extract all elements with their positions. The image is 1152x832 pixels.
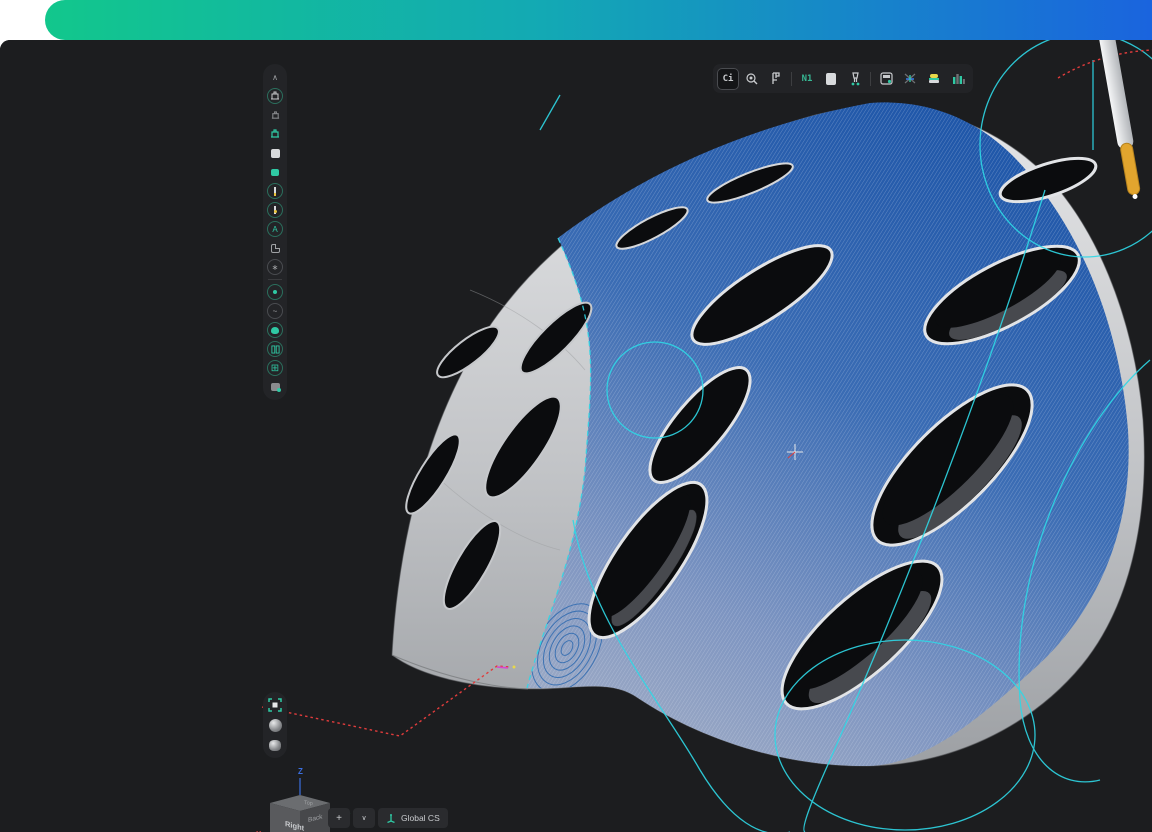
axis-z-label: Z <box>298 767 303 776</box>
viewport-mode-toolbar: Ci N1 <box>713 64 973 93</box>
sheets-display-icon[interactable] <box>267 341 283 357</box>
app-window: ≡ Helmet ∧ <box>0 40 1152 832</box>
points-display-icon[interactable] <box>267 284 283 300</box>
viewport-display-toolbar: ∧ A ∗ ~ ⊞ <box>263 64 287 400</box>
toolbar-separator <box>870 72 871 86</box>
global-cs-button[interactable]: Global CS <box>378 808 448 828</box>
tool-visibility-icon[interactable] <box>267 183 283 199</box>
machine-panel-icon[interactable] <box>875 68 897 90</box>
stock-layers-icon[interactable] <box>923 68 945 90</box>
curves-display-icon[interactable]: ~ <box>267 303 283 319</box>
part-visibility-icon[interactable] <box>267 164 283 180</box>
collapse-toolbar-icon[interactable]: ∧ <box>267 69 283 85</box>
collision-check-icon[interactable]: Ci <box>717 68 739 90</box>
machine-active-icon[interactable] <box>267 126 283 142</box>
surfaces-display-icon[interactable] <box>267 322 283 338</box>
add-cs-button[interactable]: + <box>328 808 350 828</box>
tool-holder-visibility-icon[interactable] <box>267 202 283 218</box>
probe-inspection-icon[interactable] <box>741 68 763 90</box>
nc-code-icon[interactable]: N1 <box>796 68 818 90</box>
machine-small-icon[interactable] <box>267 107 283 123</box>
orbit-view-icon[interactable] <box>267 717 283 733</box>
viewport-3d-scene[interactable] <box>0 40 1152 832</box>
statistics-icon[interactable] <box>947 68 969 90</box>
hero-gradient-bar <box>45 0 1152 40</box>
cs-dropdown-button[interactable]: ∨ <box>353 808 375 828</box>
toolbar-divider <box>268 279 282 280</box>
head-a-axis-icon[interactable]: A <box>267 221 283 237</box>
zoom-fit-icon[interactable] <box>267 697 283 713</box>
coolant-icon[interactable]: ∗ <box>267 259 283 275</box>
machine-visibility-icon[interactable] <box>267 88 283 104</box>
viewport-nav-controls <box>263 692 287 758</box>
caliper-measure-icon[interactable] <box>765 68 787 90</box>
lead-segment <box>497 667 508 668</box>
stock-icon[interactable] <box>820 68 842 90</box>
multi-axis-icon[interactable] <box>899 68 921 90</box>
cube-face-top[interactable]: Top <box>304 800 313 807</box>
cs-bottom-bar: + ∨ Global CS <box>328 808 448 828</box>
cs-axes-icon <box>386 813 396 823</box>
fixture-display-icon[interactable] <box>267 379 283 395</box>
toolbar-separator <box>791 72 792 86</box>
global-cs-label: Global CS <box>401 813 440 823</box>
tool-assembly-icon[interactable] <box>844 68 866 90</box>
workpiece-corner-icon[interactable] <box>267 240 283 256</box>
mesh-display-icon[interactable]: ⊞ <box>267 360 283 376</box>
lead-point <box>513 666 516 669</box>
pan-view-icon[interactable] <box>267 737 283 753</box>
stock-visibility-icon[interactable] <box>267 145 283 161</box>
